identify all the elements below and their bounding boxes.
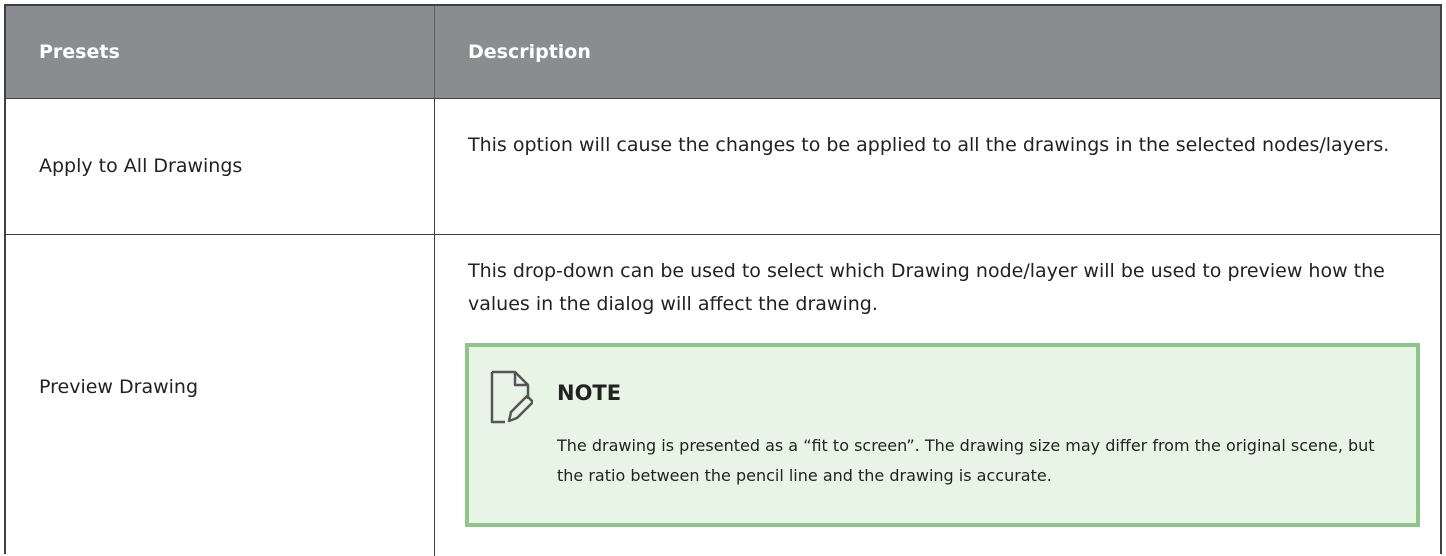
table-row: Apply to All Drawings This option will c… [6, 99, 1440, 235]
note-text: The drawing is presented as a “fit to sc… [557, 436, 1375, 485]
table-row: Preview Drawing This drop-down can be us… [6, 235, 1440, 556]
header-presets: Presets [39, 41, 120, 63]
preset-label: Apply to All Drawings [39, 155, 243, 177]
description-cell: This option will cause the changes to be… [434, 99, 1440, 234]
note-edit-icon [489, 369, 535, 425]
preset-label: Preview Drawing [39, 376, 199, 398]
description-text: This option will cause the changes to be… [468, 134, 1390, 156]
note-title: NOTE [557, 381, 622, 405]
note-box: NOTE The drawing is presented as a “fit … [465, 343, 1420, 527]
preset-cell: Preview Drawing [6, 235, 434, 556]
presets-table: Presets Description Apply to All Drawing… [4, 4, 1442, 556]
preset-cell: Apply to All Drawings [6, 99, 434, 234]
header-description: Description [434, 6, 1440, 98]
table-header-row: Presets Description [6, 6, 1440, 99]
description-text: This drop-down can be used to select whi… [468, 260, 1385, 315]
description-cell: This drop-down can be used to select whi… [434, 235, 1440, 556]
